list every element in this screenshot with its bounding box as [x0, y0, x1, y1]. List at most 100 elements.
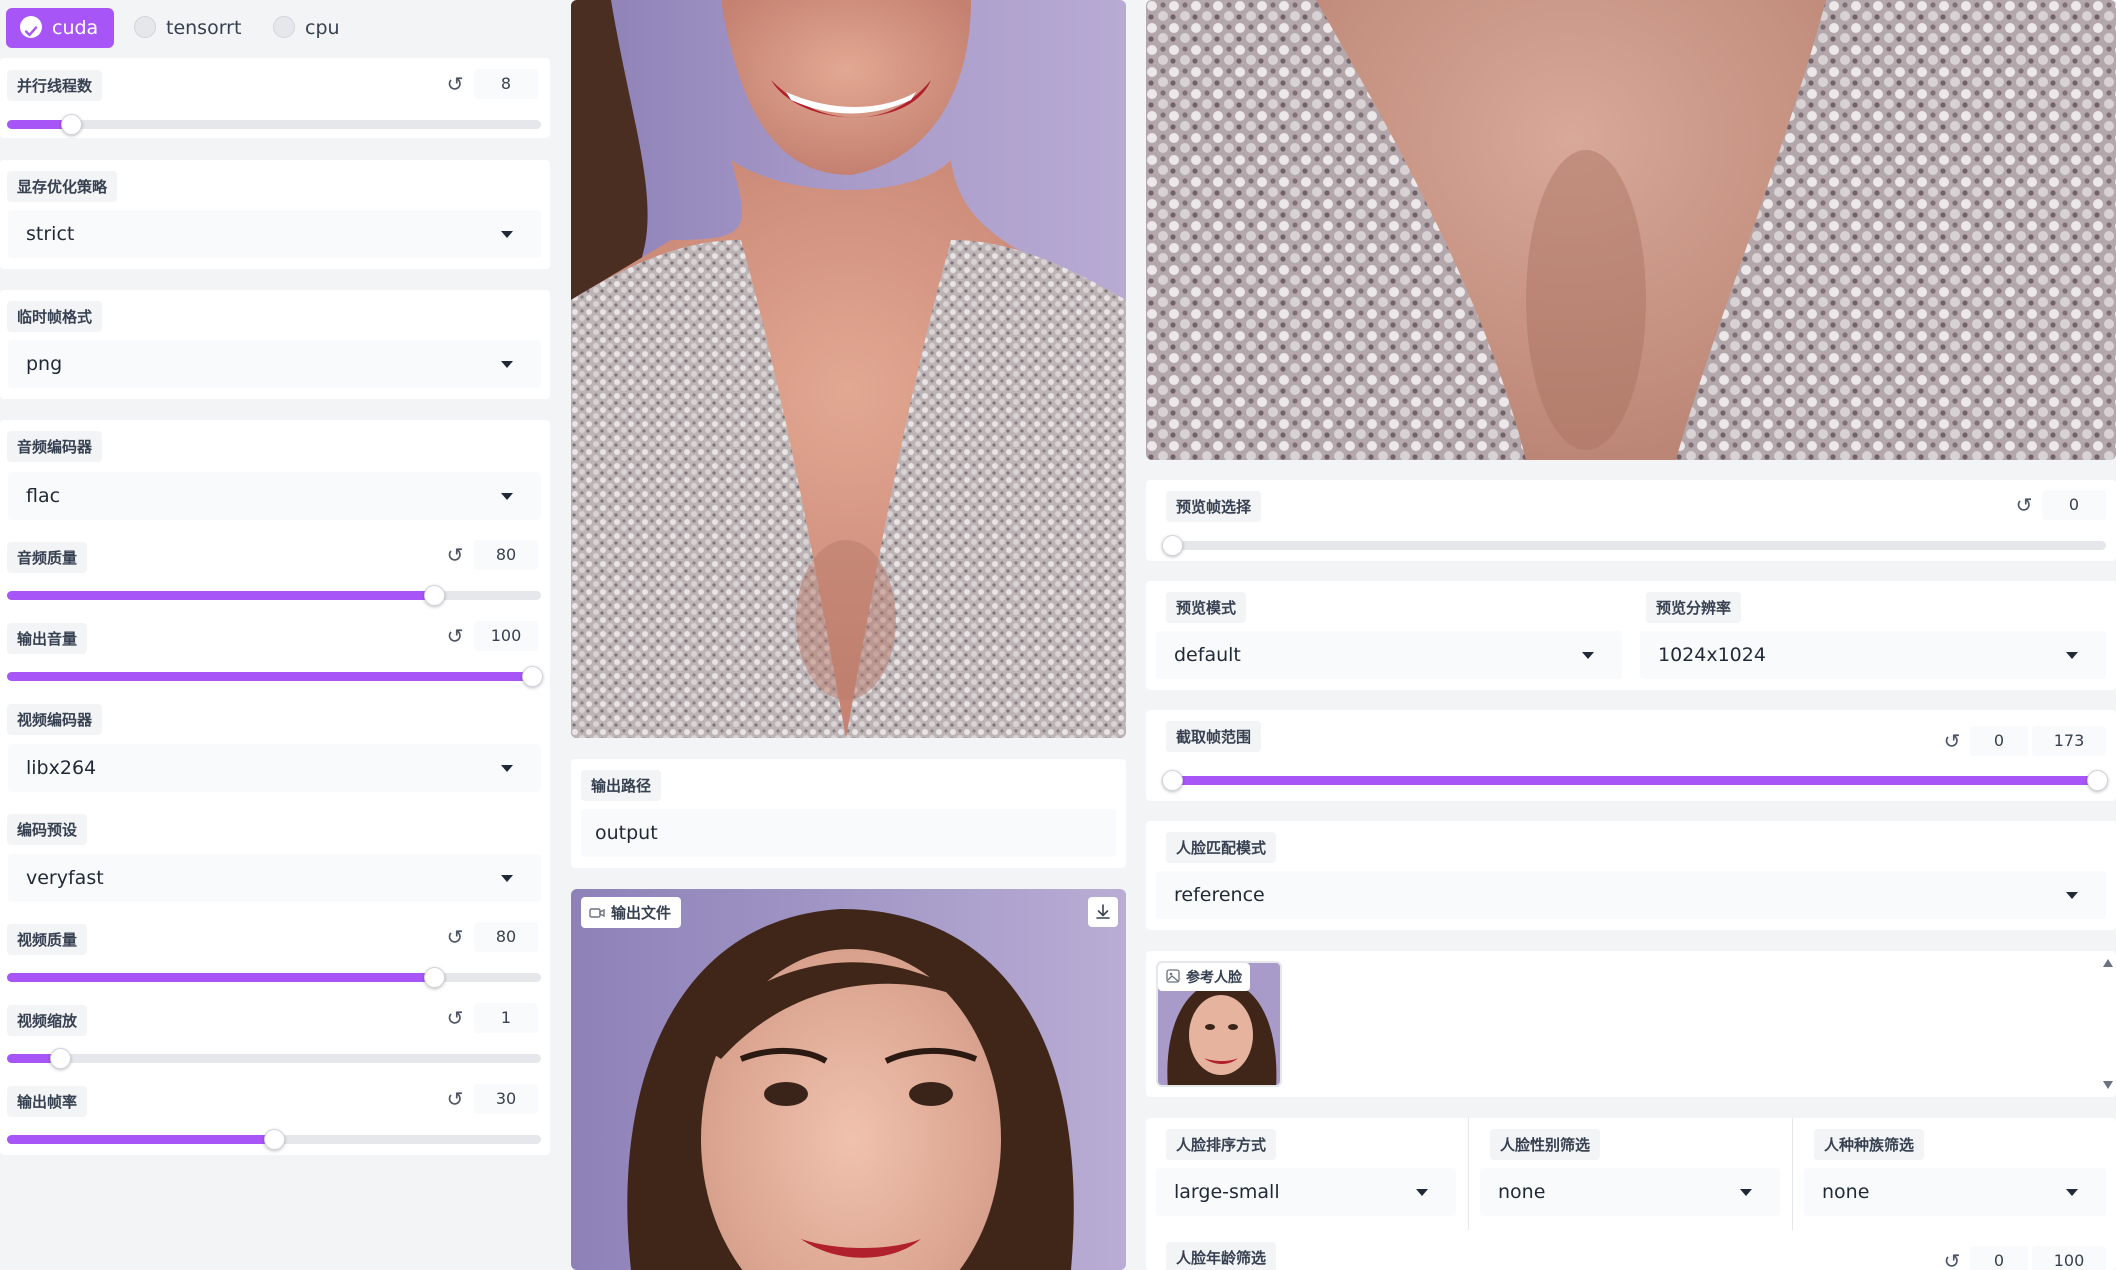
threads-slider[interactable]	[7, 114, 541, 135]
reset-icon[interactable]: ↺	[1940, 726, 1964, 756]
temp-frame-format-dropdown[interactable]: png	[8, 340, 541, 388]
slider-thumb[interactable]	[61, 114, 83, 135]
slider-thumb[interactable]	[1162, 535, 1183, 556]
face-selector-label: 人脸匹配模式	[1166, 832, 1277, 863]
checkmark-icon	[20, 15, 42, 38]
video-scale-label: 视频缩放	[7, 1005, 88, 1036]
memory-strategy-panel: 显存优化策略 strict	[0, 160, 550, 269]
reset-icon[interactable]: ↺	[443, 621, 467, 651]
audio-encoder-value: flac	[26, 485, 61, 507]
output-fps-slider[interactable]	[7, 1129, 541, 1150]
radio-unchecked-icon	[134, 15, 156, 38]
face-age-end[interactable]: 100	[2032, 1246, 2106, 1270]
preview-frame-panel: 预览帧选择 ↺ 0	[1146, 480, 2116, 561]
video-scale-slider[interactable]	[7, 1048, 541, 1069]
trim-range-panel: 截取帧范围 ↺ 0 173	[1146, 710, 2116, 801]
scroll-down-icon[interactable]	[2103, 1081, 2113, 1089]
output-volume-value[interactable]: 100	[474, 621, 538, 651]
output-fps-value[interactable]: 30	[474, 1084, 538, 1114]
slider-fill	[7, 672, 541, 681]
chevron-down-icon	[1740, 1189, 1752, 1196]
provider-cuda-option[interactable]: cuda	[6, 8, 115, 48]
chevron-down-icon	[1416, 1189, 1428, 1196]
face-gender-label: 人脸性别筛选	[1490, 1129, 1601, 1160]
slider-thumb-end[interactable]	[2087, 770, 2108, 791]
preview-resolution-dropdown[interactable]: 1024x1024	[1640, 631, 2106, 679]
provider-cpu-option[interactable]: cpu	[259, 8, 356, 48]
chevron-down-icon	[501, 765, 513, 772]
slider-thumb[interactable]	[522, 666, 543, 687]
face-selector-dropdown[interactable]: reference	[1156, 871, 2106, 919]
chevron-down-icon	[1582, 652, 1594, 659]
reset-icon[interactable]: ↺	[443, 1003, 467, 1033]
slider-fill	[1164, 776, 2106, 785]
preview-frame-slider[interactable]	[1162, 535, 2106, 556]
output-path-input[interactable]: output	[581, 809, 1116, 857]
trim-range-start[interactable]: 0	[1970, 726, 2028, 756]
slider-thumb[interactable]	[50, 1048, 72, 1069]
audio-encoder-dropdown[interactable]: flac	[8, 472, 541, 520]
chevron-down-icon	[2066, 892, 2078, 899]
slider-thumb-start[interactable]	[1162, 770, 1183, 791]
output-fps-label: 输出帧率	[7, 1086, 88, 1117]
video-scale-value[interactable]: 1	[474, 1003, 538, 1033]
audio-quality-value[interactable]: 80	[474, 540, 538, 570]
reset-icon[interactable]: ↺	[443, 540, 467, 570]
scroll-up-icon[interactable]	[2103, 959, 2113, 967]
video-quality-value[interactable]: 80	[474, 922, 538, 952]
preview-mode-value: default	[1174, 644, 1241, 666]
output-file-video[interactable]: 输出文件	[571, 889, 1126, 1270]
chevron-down-icon	[2066, 652, 2078, 659]
reset-icon[interactable]: ↺	[443, 1084, 467, 1114]
video-encoder-value: libx264	[26, 757, 97, 779]
slider-thumb[interactable]	[264, 1129, 285, 1150]
download-icon[interactable]	[1088, 897, 1118, 927]
output-volume-slider[interactable]	[7, 666, 543, 687]
reset-icon[interactable]: ↺	[2012, 490, 2036, 520]
reference-face-badge: 参考人脸	[1158, 963, 1250, 991]
preview-resolution-value: 1024x1024	[1658, 644, 1766, 666]
preview-mode-dropdown[interactable]: default	[1156, 631, 1622, 679]
slider-fill	[7, 973, 435, 982]
audio-quality-slider[interactable]	[7, 585, 541, 606]
face-order-dropdown[interactable]: large-small	[1156, 1168, 1456, 1216]
reset-icon[interactable]: ↺	[443, 922, 467, 952]
reference-face-panel: 参考人脸	[1146, 951, 2116, 1097]
face-gender-dropdown[interactable]: none	[1480, 1168, 1780, 1216]
reference-face-label: 参考人脸	[1186, 970, 1242, 986]
output-file-label: 输出文件	[611, 904, 672, 922]
gallery-scrollbar[interactable]	[2102, 959, 2114, 1089]
audio-quality-label: 音频质量	[7, 542, 88, 573]
video-encoder-dropdown[interactable]: libx264	[8, 744, 541, 792]
settings-column: cuda tensorrt cpu 并行线程数 ↺ 8 显存优化策略 stric…	[0, 0, 551, 1270]
provider-tensorrt-option[interactable]: tensorrt	[120, 8, 258, 48]
video-quality-slider[interactable]	[7, 967, 541, 988]
face-selector-value: reference	[1174, 884, 1265, 906]
provider-cuda-label: cuda	[52, 17, 99, 39]
slider-thumb[interactable]	[424, 585, 446, 606]
reset-icon[interactable]: ↺	[1940, 1246, 1964, 1270]
reset-icon[interactable]: ↺	[443, 69, 467, 99]
trim-range-end[interactable]: 173	[2032, 726, 2106, 756]
preview-frame-value[interactable]: 0	[2042, 490, 2106, 520]
preview-image	[571, 0, 1126, 738]
image-icon	[1166, 969, 1180, 987]
provider-tensorrt-label: tensorrt	[166, 17, 242, 39]
output-path-panel: 输出路径 output	[571, 759, 1126, 868]
slider-fill	[7, 1135, 274, 1144]
trim-range-slider[interactable]	[1162, 770, 2108, 791]
video-encoder-label: 视频编码器	[7, 704, 103, 735]
slider-thumb[interactable]	[424, 967, 446, 988]
face-order-value: large-small	[1174, 1181, 1280, 1203]
encoder-preset-dropdown[interactable]: veryfast	[8, 854, 541, 902]
memory-strategy-value: strict	[26, 223, 75, 245]
face-age-start[interactable]: 0	[1970, 1246, 2028, 1270]
preview-options-panel: 预览模式 default 预览分辨率 1024x1024	[1146, 581, 2116, 690]
encoding-panel: 音频编码器 flac 音频质量 ↺ 80 输出音量 ↺ 100 视频编码器 li…	[0, 420, 550, 1155]
face-race-dropdown[interactable]: none	[1804, 1168, 2106, 1216]
temp-frame-format-value: png	[26, 353, 63, 375]
face-order-label: 人脸排序方式	[1166, 1129, 1277, 1160]
threads-value[interactable]: 8	[474, 69, 538, 99]
memory-strategy-dropdown[interactable]: strict	[8, 210, 541, 258]
temp-frame-format-panel: 临时帧格式 png	[0, 290, 550, 399]
